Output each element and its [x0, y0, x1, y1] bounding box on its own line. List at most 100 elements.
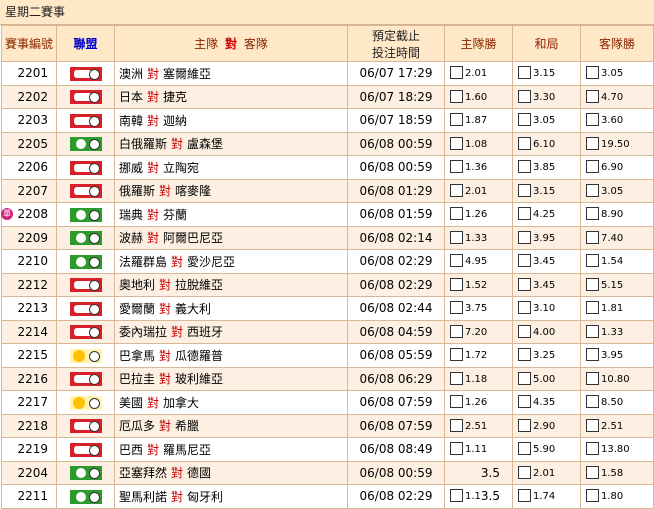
- home-win-checkbox[interactable]: [450, 136, 463, 150]
- home-win-checkbox[interactable]: [450, 66, 463, 79]
- home-win-checkbox[interactable]: [450, 113, 463, 126]
- away-win-checkbox[interactable]: [586, 136, 599, 150]
- draw-checkbox[interactable]: [518, 301, 531, 314]
- away-win-checkbox[interactable]: [586, 277, 599, 291]
- draw-checkbox[interactable]: [518, 136, 531, 150]
- home-team[interactable]: 南韓: [119, 114, 143, 128]
- home-win-checkbox[interactable]: [450, 277, 463, 291]
- away-team[interactable]: 愛沙尼亞: [187, 255, 235, 269]
- league-badge-green-icon[interactable]: [69, 231, 102, 245]
- away-team[interactable]: 玻利維亞: [175, 372, 223, 386]
- home-win-checkbox[interactable]: [450, 160, 463, 173]
- home-team[interactable]: 委內瑞拉: [119, 325, 167, 339]
- away-win-checkbox[interactable]: [586, 418, 599, 432]
- home-team[interactable]: 亞塞拜然: [119, 466, 167, 480]
- draw-checkbox[interactable]: [518, 207, 531, 220]
- draw-checkbox[interactable]: [518, 395, 531, 408]
- draw-checkbox[interactable]: [518, 254, 531, 267]
- home-win-checkbox[interactable]: [450, 324, 463, 338]
- away-win-checkbox[interactable]: [586, 465, 599, 479]
- draw-checkbox[interactable]: [518, 489, 531, 502]
- header-league[interactable]: 聯盟: [56, 25, 115, 62]
- away-team[interactable]: 喀麥隆: [175, 184, 211, 198]
- home-win-checkbox[interactable]: [450, 183, 463, 197]
- home-win-checkbox[interactable]: [450, 301, 463, 314]
- away-team[interactable]: 芬蘭: [163, 208, 187, 222]
- league-badge-red-icon[interactable]: [69, 372, 102, 386]
- away-win-checkbox[interactable]: [586, 324, 599, 338]
- away-win-checkbox[interactable]: [586, 371, 599, 385]
- away-win-checkbox[interactable]: [586, 66, 599, 79]
- home-win-checkbox[interactable]: [450, 254, 463, 267]
- home-team[interactable]: 愛爾蘭: [119, 302, 155, 316]
- away-team[interactable]: 阿爾巴尼亞: [163, 231, 223, 245]
- league-badge-green-icon[interactable]: [69, 207, 102, 222]
- home-win-checkbox[interactable]: [450, 348, 463, 361]
- home-team[interactable]: 巴拿馬: [119, 349, 155, 363]
- league-badge-red-icon[interactable]: [69, 90, 102, 104]
- home-team[interactable]: 法羅群島: [119, 255, 167, 269]
- draw-checkbox[interactable]: [518, 465, 531, 479]
- away-win-checkbox[interactable]: [586, 160, 599, 173]
- league-badge-red-icon[interactable]: [69, 278, 102, 292]
- away-team[interactable]: 希臘: [175, 419, 199, 433]
- draw-checkbox[interactable]: [518, 277, 531, 291]
- home-team[interactable]: 俄羅斯: [119, 184, 155, 198]
- away-win-checkbox[interactable]: [586, 348, 599, 361]
- draw-checkbox[interactable]: [518, 113, 531, 126]
- away-team[interactable]: 德國: [187, 466, 211, 480]
- home-win-checkbox[interactable]: [450, 489, 463, 502]
- home-team[interactable]: 美國: [119, 396, 143, 410]
- draw-checkbox[interactable]: [518, 418, 531, 432]
- draw-checkbox[interactable]: [518, 324, 531, 338]
- home-team[interactable]: 澳洲: [119, 67, 143, 81]
- away-win-checkbox[interactable]: [586, 207, 599, 220]
- home-team[interactable]: 挪威: [119, 161, 143, 175]
- league-badge-red-icon[interactable]: [69, 301, 102, 316]
- draw-checkbox[interactable]: [518, 66, 531, 79]
- home-win-checkbox[interactable]: [450, 442, 463, 455]
- away-win-checkbox[interactable]: [586, 395, 599, 408]
- league-badge-green-icon[interactable]: [69, 254, 102, 269]
- home-team[interactable]: 巴拉圭: [119, 372, 155, 386]
- away-team[interactable]: 迦納: [163, 114, 187, 128]
- away-team[interactable]: 捷克: [163, 90, 187, 104]
- away-team[interactable]: 加拿大: [163, 396, 199, 410]
- home-team[interactable]: 巴西: [119, 443, 143, 457]
- league-badge-red-icon[interactable]: [69, 160, 102, 175]
- home-team[interactable]: 厄瓜多: [119, 419, 155, 433]
- away-team[interactable]: 拉脫維亞: [175, 278, 223, 292]
- away-team[interactable]: 西班牙: [187, 325, 223, 339]
- away-win-checkbox[interactable]: [586, 113, 599, 126]
- home-win-checkbox[interactable]: [450, 207, 463, 220]
- home-win-checkbox[interactable]: [450, 395, 463, 408]
- draw-checkbox[interactable]: [518, 89, 531, 103]
- league-badge-red-icon[interactable]: [69, 66, 102, 81]
- league-badge-red-icon[interactable]: [69, 184, 102, 198]
- draw-checkbox[interactable]: [518, 183, 531, 197]
- league-badge-red-icon[interactable]: [69, 419, 102, 433]
- away-team[interactable]: 義大利: [175, 302, 211, 316]
- away-team[interactable]: 塞爾維亞: [163, 67, 211, 81]
- league-badge-sun-icon[interactable]: [69, 395, 102, 410]
- away-team[interactable]: 瓜德羅普: [175, 349, 223, 363]
- league-badge-sun-icon[interactable]: [69, 348, 102, 363]
- league-badge-green-icon[interactable]: [69, 489, 102, 504]
- league-badge-red-icon[interactable]: [69, 442, 102, 457]
- draw-checkbox[interactable]: [518, 230, 531, 244]
- away-win-checkbox[interactable]: [586, 254, 599, 267]
- league-badge-green-icon[interactable]: [69, 137, 102, 151]
- away-team[interactable]: 盧森堡: [187, 137, 223, 151]
- away-win-checkbox[interactable]: [586, 230, 599, 244]
- league-badge-red-icon[interactable]: [69, 113, 102, 128]
- league-badge-red-icon[interactable]: [69, 325, 102, 339]
- away-win-checkbox[interactable]: [586, 489, 599, 502]
- home-win-checkbox[interactable]: [450, 230, 463, 244]
- away-win-checkbox[interactable]: [586, 89, 599, 103]
- away-win-checkbox[interactable]: [586, 183, 599, 197]
- draw-checkbox[interactable]: [518, 371, 531, 385]
- home-team[interactable]: 日本: [119, 90, 143, 104]
- away-win-checkbox[interactable]: [586, 301, 599, 314]
- home-win-checkbox[interactable]: [450, 371, 463, 385]
- home-win-checkbox[interactable]: [450, 418, 463, 432]
